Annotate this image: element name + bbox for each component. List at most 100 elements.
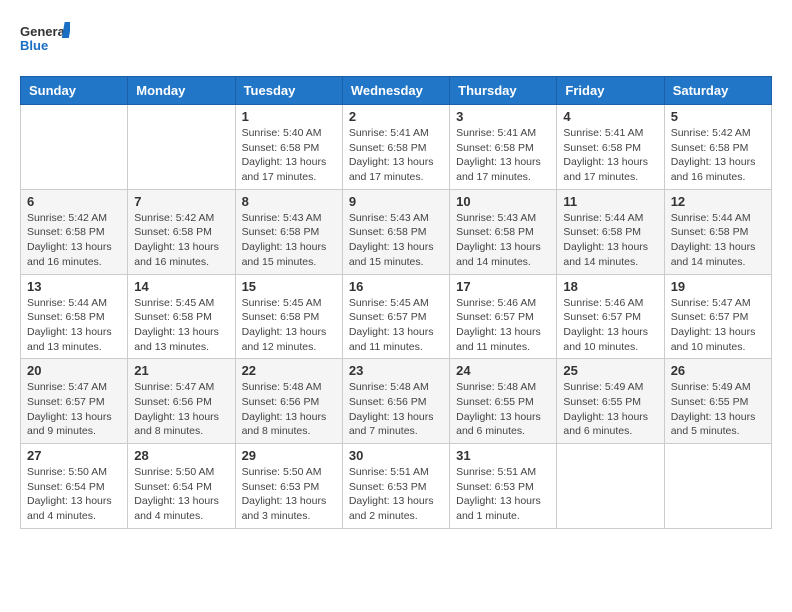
day-info: Sunrise: 5:43 AM Sunset: 6:58 PM Dayligh…	[349, 211, 443, 270]
day-cell	[128, 105, 235, 190]
day-cell: 23 Sunrise: 5:48 AM Sunset: 6:56 PM Dayli…	[342, 359, 449, 444]
day-number: 10	[456, 194, 550, 209]
day-info: Sunrise: 5:41 AM Sunset: 6:58 PM Dayligh…	[456, 126, 550, 185]
day-number: 23	[349, 363, 443, 378]
day-info: Sunrise: 5:46 AM Sunset: 6:57 PM Dayligh…	[456, 296, 550, 355]
day-cell: 22Sunrise: 5:48 AM Sunset: 6:56 PM Dayli…	[235, 359, 342, 444]
day-number: 21	[134, 363, 228, 378]
day-number: 19	[671, 279, 765, 294]
week-row-2: 6 Sunrise: 5:42 AM Sunset: 6:58 PM Daylig…	[21, 189, 772, 274]
day-number: 7	[134, 194, 228, 209]
day-number: 27	[27, 448, 121, 463]
day-number: 31	[456, 448, 550, 463]
day-cell: 3 Sunrise: 5:41 AM Sunset: 6:58 PM Daylig…	[450, 105, 557, 190]
day-info: Sunrise: 5:50 AM Sunset: 6:53 PM Dayligh…	[242, 465, 336, 524]
day-cell: 8Sunrise: 5:43 AM Sunset: 6:58 PM Daylig…	[235, 189, 342, 274]
calendar-body: 1Sunrise: 5:40 AM Sunset: 6:58 PM Daylig…	[21, 105, 772, 529]
svg-text:Blue: Blue	[20, 38, 48, 53]
day-number: 29	[242, 448, 336, 463]
day-info: Sunrise: 5:44 AM Sunset: 6:58 PM Dayligh…	[563, 211, 657, 270]
day-cell: 18 Sunrise: 5:46 AM Sunset: 6:57 PM Dayli…	[557, 274, 664, 359]
day-cell: 25 Sunrise: 5:49 AM Sunset: 6:55 PM Dayli…	[557, 359, 664, 444]
day-info: Sunrise: 5:45 AM Sunset: 6:58 PM Dayligh…	[134, 296, 228, 355]
day-cell: 5 Sunrise: 5:42 AM Sunset: 6:58 PM Daylig…	[664, 105, 771, 190]
header-cell-saturday: Saturday	[664, 77, 771, 105]
header-cell-wednesday: Wednesday	[342, 77, 449, 105]
day-info: Sunrise: 5:51 AM Sunset: 6:53 PM Dayligh…	[349, 465, 443, 524]
day-info: Sunrise: 5:45 AM Sunset: 6:58 PM Dayligh…	[242, 296, 336, 355]
day-cell: 30 Sunrise: 5:51 AM Sunset: 6:53 PM Dayli…	[342, 444, 449, 529]
day-info: Sunrise: 5:49 AM Sunset: 6:55 PM Dayligh…	[671, 380, 765, 439]
day-number: 6	[27, 194, 121, 209]
day-cell: 29 Sunrise: 5:50 AM Sunset: 6:53 PM Dayli…	[235, 444, 342, 529]
header-cell-friday: Friday	[557, 77, 664, 105]
day-info: Sunrise: 5:47 AM Sunset: 6:57 PM Dayligh…	[671, 296, 765, 355]
day-number: 18	[563, 279, 657, 294]
day-info: Sunrise: 5:44 AM Sunset: 6:58 PM Dayligh…	[27, 296, 121, 355]
day-info: Sunrise: 5:50 AM Sunset: 6:54 PM Dayligh…	[134, 465, 228, 524]
day-info: Sunrise: 5:41 AM Sunset: 6:58 PM Dayligh…	[349, 126, 443, 185]
day-cell: 7 Sunrise: 5:42 AM Sunset: 6:58 PM Daylig…	[128, 189, 235, 274]
day-info: Sunrise: 5:48 AM Sunset: 6:56 PM Dayligh…	[242, 380, 336, 439]
day-info: Sunrise: 5:51 AM Sunset: 6:53 PM Dayligh…	[456, 465, 550, 524]
week-row-5: 27 Sunrise: 5:50 AM Sunset: 6:54 PM Dayli…	[21, 444, 772, 529]
day-info: Sunrise: 5:40 AM Sunset: 6:58 PM Dayligh…	[242, 126, 336, 185]
day-number: 14	[134, 279, 228, 294]
day-info: Sunrise: 5:46 AM Sunset: 6:57 PM Dayligh…	[563, 296, 657, 355]
day-number: 11	[563, 194, 657, 209]
day-info: Sunrise: 5:44 AM Sunset: 6:58 PM Dayligh…	[671, 211, 765, 270]
day-number: 17	[456, 279, 550, 294]
day-cell: 10 Sunrise: 5:43 AM Sunset: 6:58 PM Dayli…	[450, 189, 557, 274]
day-cell: 2 Sunrise: 5:41 AM Sunset: 6:58 PM Daylig…	[342, 105, 449, 190]
day-cell: 9 Sunrise: 5:43 AM Sunset: 6:58 PM Daylig…	[342, 189, 449, 274]
day-cell	[664, 444, 771, 529]
header-cell-monday: Monday	[128, 77, 235, 105]
day-cell: 19 Sunrise: 5:47 AM Sunset: 6:57 PM Dayli…	[664, 274, 771, 359]
day-cell: 28Sunrise: 5:50 AM Sunset: 6:54 PM Dayli…	[128, 444, 235, 529]
day-info: Sunrise: 5:43 AM Sunset: 6:58 PM Dayligh…	[456, 211, 550, 270]
day-info: Sunrise: 5:50 AM Sunset: 6:54 PM Dayligh…	[27, 465, 121, 524]
day-info: Sunrise: 5:48 AM Sunset: 6:55 PM Dayligh…	[456, 380, 550, 439]
logo: General Blue	[20, 20, 70, 60]
day-number: 12	[671, 194, 765, 209]
day-number: 30	[349, 448, 443, 463]
day-cell	[21, 105, 128, 190]
day-info: Sunrise: 5:47 AM Sunset: 6:56 PM Dayligh…	[134, 380, 228, 439]
day-number: 13	[27, 279, 121, 294]
day-number: 16	[349, 279, 443, 294]
day-cell: 27 Sunrise: 5:50 AM Sunset: 6:54 PM Dayli…	[21, 444, 128, 529]
day-number: 3	[456, 109, 550, 124]
day-cell: 6Sunrise: 5:42 AM Sunset: 6:58 PM Daylig…	[21, 189, 128, 274]
day-info: Sunrise: 5:42 AM Sunset: 6:58 PM Dayligh…	[671, 126, 765, 185]
day-cell: 17 Sunrise: 5:46 AM Sunset: 6:57 PM Dayli…	[450, 274, 557, 359]
day-number: 4	[563, 109, 657, 124]
calendar-header: SundayMondayTuesdayWednesdayThursdayFrid…	[21, 77, 772, 105]
day-cell: 13 Sunrise: 5:44 AM Sunset: 6:58 PM Dayli…	[21, 274, 128, 359]
week-row-3: 13 Sunrise: 5:44 AM Sunset: 6:58 PM Dayli…	[21, 274, 772, 359]
day-number: 15	[242, 279, 336, 294]
day-number: 5	[671, 109, 765, 124]
day-info: Sunrise: 5:42 AM Sunset: 6:58 PM Dayligh…	[134, 211, 228, 270]
header-cell-thursday: Thursday	[450, 77, 557, 105]
day-info: Sunrise: 5:41 AM Sunset: 6:58 PM Dayligh…	[563, 126, 657, 185]
day-cell: 14 Sunrise: 5:45 AM Sunset: 6:58 PM Dayli…	[128, 274, 235, 359]
day-info: Sunrise: 5:43 AM Sunset: 6:58 PM Dayligh…	[242, 211, 336, 270]
day-number: 26	[671, 363, 765, 378]
day-cell: 12 Sunrise: 5:44 AM Sunset: 6:58 PM Dayli…	[664, 189, 771, 274]
week-row-4: 20Sunrise: 5:47 AM Sunset: 6:57 PM Dayli…	[21, 359, 772, 444]
day-number: 20	[27, 363, 121, 378]
calendar: SundayMondayTuesdayWednesdayThursdayFrid…	[20, 76, 772, 529]
day-info: Sunrise: 5:48 AM Sunset: 6:56 PM Dayligh…	[349, 380, 443, 439]
day-cell: 15 Sunrise: 5:45 AM Sunset: 6:58 PM Dayli…	[235, 274, 342, 359]
day-cell: 21 Sunrise: 5:47 AM Sunset: 6:56 PM Dayli…	[128, 359, 235, 444]
svg-text:General: General	[20, 24, 68, 39]
day-cell	[557, 444, 664, 529]
day-cell: 16Sunrise: 5:45 AM Sunset: 6:57 PM Dayli…	[342, 274, 449, 359]
day-number: 9	[349, 194, 443, 209]
day-number: 25	[563, 363, 657, 378]
day-info: Sunrise: 5:49 AM Sunset: 6:55 PM Dayligh…	[563, 380, 657, 439]
day-number: 24	[456, 363, 550, 378]
day-number: 2	[349, 109, 443, 124]
day-cell: 4 Sunrise: 5:41 AM Sunset: 6:58 PM Daylig…	[557, 105, 664, 190]
header-cell-sunday: Sunday	[21, 77, 128, 105]
